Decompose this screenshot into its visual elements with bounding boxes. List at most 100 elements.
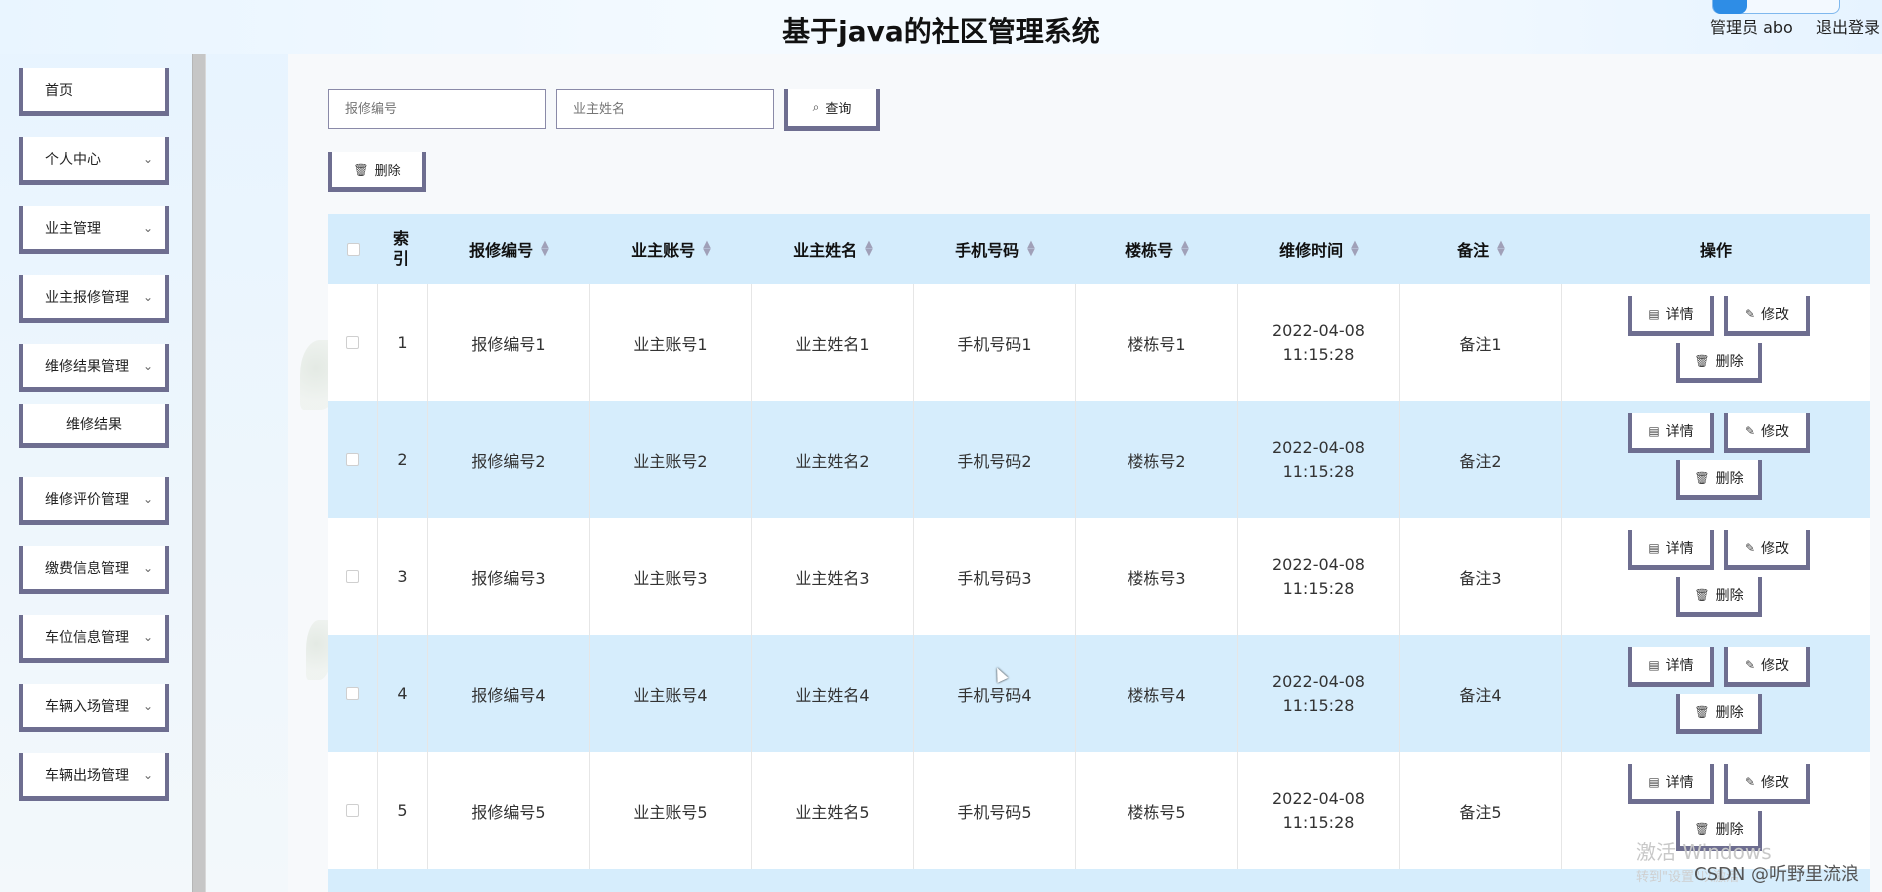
document-icon: ▤ <box>1648 306 1660 321</box>
edit-button[interactable]: ✎ 修改 <box>1724 764 1810 804</box>
edit-button-label: 修改 <box>1761 423 1790 440</box>
table-row: 3 报修编号3 业主账号3 业主姓名3 手机号码3 楼栋号3 2022-04-0… <box>328 518 1870 635</box>
cell-owner-name: 业主姓名1 <box>752 284 914 401</box>
detail-button-label: 详情 <box>1665 306 1694 323</box>
header-owner-name[interactable]: 业主姓名 ▲ ▼ <box>752 214 914 284</box>
row-checkbox[interactable] <box>346 570 359 583</box>
sidebar-item-owner-management[interactable]: 业主管理 ⌄ <box>19 206 169 254</box>
cell-owner-name: 业主姓名5 <box>752 752 914 869</box>
header-building-label: 楼栋号 <box>1125 241 1174 260</box>
header-remark[interactable]: 备注 ▲ ▼ <box>1400 214 1562 284</box>
table-row: 4 报修编号4 业主账号4 业主姓名4 手机号码4 楼栋号4 2022-04-0… <box>328 635 1870 752</box>
sort-icon: ▲ ▼ <box>1497 239 1505 258</box>
header-repair-time[interactable]: 维修时间 ▲ ▼ <box>1238 214 1400 284</box>
trash-icon: 🗑 <box>1694 587 1710 602</box>
sidebar-item-vehicle-entry-management[interactable]: 车辆入场管理 ⌄ <box>19 684 169 732</box>
sort-icon: ▲ ▼ <box>1181 239 1189 258</box>
header-repair-no[interactable]: 报修编号 ▲ ▼ <box>428 214 590 284</box>
table-row: 1 报修编号1 业主账号1 业主姓名1 手机号码1 楼栋号1 2022-04-0… <box>328 284 1870 401</box>
delete-button-label: 删除 <box>1715 587 1744 604</box>
row-checkbox[interactable] <box>346 804 359 817</box>
repair-no-search-input[interactable] <box>328 89 546 129</box>
trash-icon: 🗑 <box>1694 704 1710 719</box>
row-checkbox[interactable] <box>346 453 359 466</box>
edit-button[interactable]: ✎ 修改 <box>1724 530 1810 570</box>
cell-phone: 手机号码5 <box>914 752 1076 869</box>
header-index-label: 索引 <box>393 229 410 268</box>
edit-button[interactable]: ✎ 修改 <box>1724 413 1810 453</box>
detail-button[interactable]: ▤ 详情 <box>1628 647 1714 687</box>
delete-button[interactable]: 🗑 删除 <box>1676 343 1762 383</box>
edit-button[interactable]: ✎ 修改 <box>1724 647 1810 687</box>
detail-button[interactable]: ▤ 详情 <box>1628 530 1714 570</box>
edit-button-label: 修改 <box>1761 540 1790 557</box>
chevron-down-icon: ⌄ <box>142 492 153 506</box>
detail-button[interactable]: ▤ 详情 <box>1628 413 1714 453</box>
sort-icon: ▲ ▼ <box>703 239 711 258</box>
sidebar-item-label: 车辆出场管理 <box>45 767 129 784</box>
detail-button-label: 详情 <box>1665 774 1694 791</box>
sidebar-item-home[interactable]: 首页 <box>19 68 169 116</box>
chevron-down-icon: ⌄ <box>142 630 153 644</box>
cell-owner-account: 业主账号3 <box>590 518 752 635</box>
sidebar-item-label: 个人中心 <box>45 151 101 168</box>
cell-repair-time: 2022-04-08 11:15:28 <box>1238 518 1400 635</box>
header-index: 索引 <box>378 214 428 284</box>
delete-button[interactable]: 🗑 删除 <box>1676 577 1762 617</box>
header-owner-account[interactable]: 业主账号 ▲ ▼ <box>590 214 752 284</box>
cell-owner-name: 业主姓名2 <box>752 401 914 518</box>
trash-icon: 🗑 <box>1694 470 1710 485</box>
sidebar-item-label: 首页 <box>45 82 73 99</box>
document-icon: ▤ <box>1648 774 1660 789</box>
cell-repair-no: 报修编号1 <box>428 284 590 401</box>
header-building[interactable]: 楼栋号 ▲ ▼ <box>1076 214 1238 284</box>
sidebar-item-payment-management[interactable]: 缴费信息管理 ⌄ <box>19 546 169 594</box>
header-remark-label: 备注 <box>1457 241 1490 260</box>
query-button[interactable]: ⌕ 查询 <box>784 89 880 131</box>
cell-building: 楼栋号5 <box>1076 752 1238 869</box>
cell-owner-name: 业主姓名4 <box>752 635 914 752</box>
cell-repair-no: 报修编号5 <box>428 752 590 869</box>
detail-button[interactable]: ▤ 详情 <box>1628 296 1714 336</box>
batch-delete-button[interactable]: 🗑 删除 <box>328 152 426 192</box>
delete-button[interactable]: 🗑 删除 <box>1676 460 1762 500</box>
sort-icon: ▲ ▼ <box>1027 239 1035 258</box>
delete-button-label: 删除 <box>1715 704 1744 721</box>
cell-index: 1 <box>378 284 428 401</box>
edit-button[interactable]: ✎ 修改 <box>1724 296 1810 336</box>
sidebar-item-vehicle-exit-management[interactable]: 车辆出场管理 ⌄ <box>19 753 169 801</box>
cell-repair-time: 2022-04-08 11:15:28 <box>1238 284 1400 401</box>
avatar[interactable] <box>1712 0 1840 14</box>
cell-phone: 手机号码4 <box>914 635 1076 752</box>
sidebar-item-parking-space-management[interactable]: 车位信息管理 ⌄ <box>19 615 169 663</box>
cell-repair-time: 2022-04-08 11:15:28 <box>1238 635 1400 752</box>
chevron-down-icon: ⌄ <box>142 561 153 575</box>
header-phone[interactable]: 手机号码 ▲ ▼ <box>914 214 1076 284</box>
owner-name-search-input[interactable] <box>556 89 774 129</box>
logout-link[interactable]: 退出登录 <box>1816 14 1880 38</box>
sidebar-item-repair-evaluation-management[interactable]: 维修评价管理 ⌄ <box>19 477 169 525</box>
select-all-checkbox[interactable] <box>346 242 360 256</box>
sidebar-item-personal-center[interactable]: 个人中心 ⌄ <box>19 137 169 185</box>
cell-building: 楼栋号3 <box>1076 518 1238 635</box>
header-owner-account-label: 业主账号 <box>631 241 696 260</box>
row-select-cell <box>328 752 378 869</box>
chevron-down-icon: ⌄ <box>142 152 153 166</box>
edit-button-label: 修改 <box>1761 306 1790 323</box>
sidebar-item-label: 维修评价管理 <box>45 491 129 508</box>
detail-button[interactable]: ▤ 详情 <box>1628 764 1714 804</box>
cell-repair-no: 报修编号4 <box>428 635 590 752</box>
sidebar-scrollbar[interactable] <box>192 54 206 892</box>
chevron-down-icon: ⌄ <box>142 221 153 235</box>
row-checkbox[interactable] <box>346 687 359 700</box>
row-checkbox[interactable] <box>346 336 359 349</box>
sidebar-item-repair-request-management[interactable]: 业主报修管理 ⌄ <box>19 275 169 323</box>
sidebar-subitem-repair-result[interactable]: 维修结果 <box>19 404 169 448</box>
detail-button-label: 详情 <box>1665 657 1694 674</box>
sidebar-item-repair-result-management[interactable]: 维修结果管理 ⌄ <box>19 344 169 392</box>
delete-button[interactable]: 🗑 删除 <box>1676 694 1762 734</box>
cell-owner-account: 业主账号1 <box>590 284 752 401</box>
row-select-cell <box>328 635 378 752</box>
pencil-icon: ✎ <box>1744 657 1756 672</box>
header-owner-name-label: 业主姓名 <box>793 241 858 260</box>
